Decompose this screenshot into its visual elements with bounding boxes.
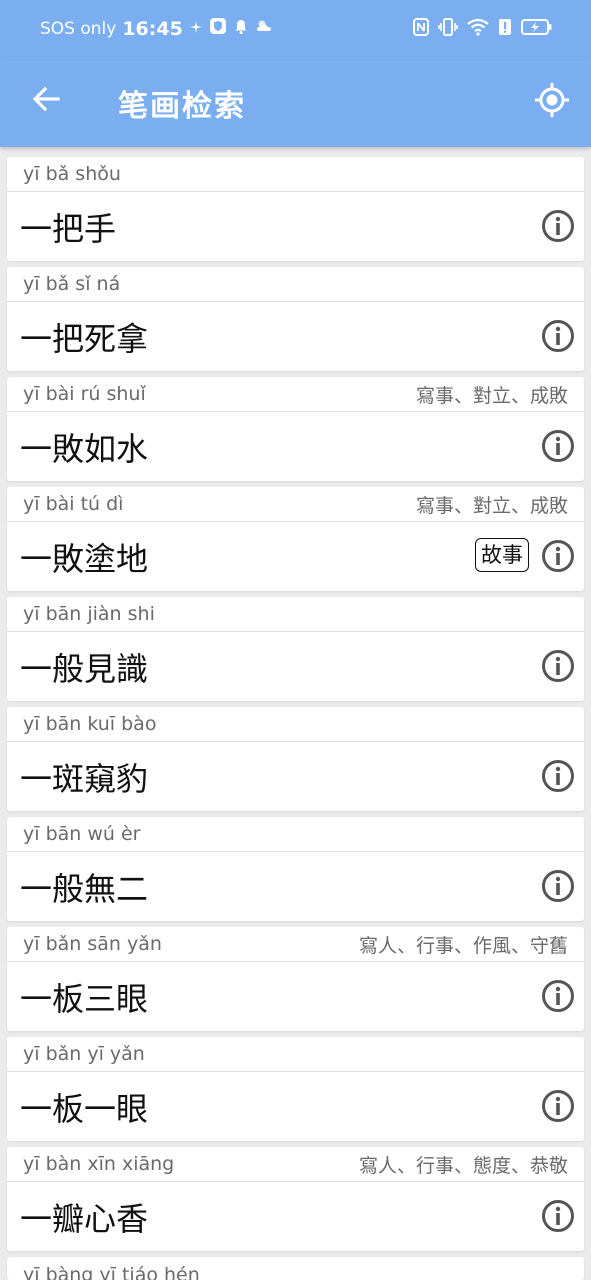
pinyin-label: yī bàn xīn xiāng	[23, 1153, 175, 1175]
pinyin-label: yī bān jiàn shi	[23, 603, 155, 625]
sparkle-icon	[189, 19, 203, 39]
info-icon	[542, 1200, 574, 1232]
alert-icon	[498, 18, 512, 40]
info-button[interactable]	[541, 1089, 575, 1123]
info-icon	[542, 540, 574, 572]
list-item-header: yī bàng yī tiáo hén	[7, 1257, 584, 1280]
list-item-body: 一般無二	[7, 852, 584, 921]
list-item-header: yī bān wú èr	[7, 817, 584, 852]
info-icon	[542, 650, 574, 682]
list-item-header: yī bài rú shuǐ 寫事、對立、成敗	[7, 377, 584, 412]
list-item-header: yī bǎn sān yǎn 寫人、行事、作風、守舊	[7, 927, 584, 962]
list-item[interactable]: yī bān kuī bào 一斑窺豹	[7, 707, 584, 811]
list-item-body: 一斑窺豹	[7, 742, 584, 811]
weather-icon	[255, 18, 273, 39]
bell-icon	[233, 18, 249, 39]
idiom-text: 一瓣心香	[20, 1199, 149, 1238]
category-tags: 寫事、對立、成敗	[415, 384, 568, 407]
info-icon	[542, 760, 574, 792]
wifi-icon	[467, 18, 489, 40]
arrow-left-icon	[31, 84, 61, 118]
pinyin-label: yī bān wú èr	[23, 823, 141, 845]
idiom-text: 一板三眼	[20, 979, 149, 1018]
pinyin-label: yī bài rú shuǐ	[23, 383, 146, 405]
info-icon	[542, 210, 574, 242]
pinyin-label: yī bǎn yī yǎn	[23, 1043, 145, 1065]
info-button[interactable]	[541, 209, 575, 243]
info-button[interactable]	[541, 429, 575, 463]
list-item[interactable]: yī bǎn sān yǎn 寫人、行事、作風、守舊 一板三眼	[7, 927, 584, 1031]
pinyin-label: yī bǎ sǐ ná	[23, 273, 121, 295]
list-item-body: 一敗如水	[7, 412, 584, 481]
list-item-body: 一瓣心香	[7, 1182, 584, 1251]
list-item-header: yī bài tú dì 寫事、對立、成敗	[7, 487, 584, 522]
status-bar: SOS only 16:45	[0, 0, 591, 57]
list-item-body: 一把死拿	[7, 302, 584, 371]
list-item-body: 一敗塗地 故事	[7, 522, 584, 591]
vibrate-icon	[438, 17, 458, 40]
nfc-icon	[413, 17, 429, 40]
pinyin-label: yī bǎ shǒu	[23, 163, 121, 185]
pinyin-label: yī bǎn sān yǎn	[23, 933, 162, 955]
page-title: 笔画检索	[118, 89, 246, 124]
list-item-header: yī bān jiàn shi	[7, 597, 584, 632]
info-icon	[542, 980, 574, 1012]
pinyin-label: yī bài tú dì	[23, 493, 124, 515]
info-button[interactable]	[541, 759, 575, 793]
back-button[interactable]	[28, 83, 64, 119]
info-icon	[542, 870, 574, 902]
info-button[interactable]	[541, 979, 575, 1013]
status-left: SOS only 16:45	[40, 17, 273, 40]
list-item-header: yī bǎ shǒu	[7, 157, 584, 192]
category-tags: 寫事、對立、成敗	[415, 494, 568, 517]
info-icon	[542, 1090, 574, 1122]
info-button[interactable]	[541, 319, 575, 353]
category-tags: 寫人、行事、作風、守舊	[358, 934, 568, 957]
list-item[interactable]: yī bài rú shuǐ 寫事、對立、成敗 一敗如水	[7, 377, 584, 481]
list-item-body: 一板三眼	[7, 962, 584, 1031]
pinyin-label: yī bàng yī tiáo hén	[23, 1263, 200, 1280]
list-item[interactable]: yī bǎn yī yǎn 一板一眼	[7, 1037, 584, 1141]
list-item[interactable]: yī bǎ sǐ ná 一把死拿	[7, 267, 584, 371]
idiom-text: 一把手	[20, 209, 117, 248]
list-item[interactable]: yī bàng yī tiáo hén	[7, 1257, 584, 1280]
info-button[interactable]	[541, 649, 575, 683]
idiom-text: 一斑窺豹	[20, 759, 149, 798]
idiom-text: 一敗塗地	[20, 539, 149, 578]
app-bar: 笔画检索	[0, 57, 591, 147]
idiom-text: 一般無二	[20, 869, 149, 908]
locate-button[interactable]	[533, 83, 571, 121]
idiom-text: 一把死拿	[20, 319, 149, 358]
list-item-header: yī bǎ sǐ ná	[7, 267, 584, 302]
list-item-body: 一般見識	[7, 632, 584, 701]
shield-icon	[209, 17, 227, 40]
status-right	[413, 17, 553, 40]
pinyin-label: yī bān kuī bào	[23, 713, 157, 735]
carrier-text: SOS only	[40, 18, 117, 39]
info-button[interactable]	[541, 869, 575, 903]
list-item[interactable]: yī bài tú dì 寫事、對立、成敗 一敗塗地 故事	[7, 487, 584, 591]
crosshair-icon	[533, 81, 571, 123]
list-item-header: yī bān kuī bào	[7, 707, 584, 742]
info-button[interactable]	[541, 1199, 575, 1233]
list-item-body: 一把手	[7, 192, 584, 261]
list-item[interactable]: yī bǎ shǒu 一把手	[7, 157, 584, 261]
idiom-text: 一般見識	[20, 649, 149, 688]
category-tags: 寫人、行事、態度、恭敬	[358, 1154, 568, 1177]
list-item-body: 一板一眼	[7, 1072, 584, 1141]
idiom-text: 一敗如水	[20, 429, 149, 468]
list-item-header: yī bàn xīn xiāng 寫人、行事、態度、恭敬	[7, 1147, 584, 1182]
battery-charging-icon	[521, 18, 553, 40]
list-item[interactable]: yī bān jiàn shi 一般見識	[7, 597, 584, 701]
info-icon	[542, 430, 574, 462]
story-badge[interactable]: 故事	[475, 538, 529, 572]
idiom-text: 一板一眼	[20, 1089, 149, 1128]
clock: 16:45	[122, 17, 183, 40]
list-item[interactable]: yī bān wú èr 一般無二	[7, 817, 584, 921]
info-button[interactable]	[541, 539, 575, 573]
list-item-header: yī bǎn yī yǎn	[7, 1037, 584, 1072]
info-icon	[542, 320, 574, 352]
list-item[interactable]: yī bàn xīn xiāng 寫人、行事、態度、恭敬 一瓣心香	[7, 1147, 584, 1251]
